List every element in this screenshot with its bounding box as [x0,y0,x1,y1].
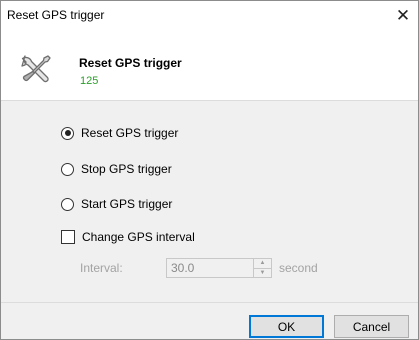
radio-label: Stop GPS trigger [81,162,172,176]
cancel-button[interactable]: Cancel [334,315,409,338]
radio-label: Start GPS trigger [81,197,173,211]
radio-label: Reset GPS trigger [81,126,179,140]
reset-gps-trigger-dialog: Reset GPS trigger ✕ Reset GPS trigger 12… [0,0,419,340]
radio-selected-icon[interactable] [61,126,74,140]
spinner-buttons: ▲ ▼ [253,259,271,277]
close-icon: ✕ [395,6,411,25]
radio-stop-gps-trigger[interactable]: Stop GPS trigger [61,161,172,177]
tools-icon [21,55,51,83]
interval-value[interactable]: 30.0 [167,261,194,275]
radio-unselected-icon[interactable] [61,197,74,211]
window-title: Reset GPS trigger [7,8,105,22]
checkbox-icon[interactable] [61,230,75,244]
change-gps-interval-checkbox[interactable]: Change GPS interval [61,229,195,245]
checkbox-label: Change GPS interval [82,230,195,244]
ok-button[interactable]: OK [249,315,324,338]
interval-unit: second [279,261,318,275]
radio-reset-gps-trigger[interactable]: Reset GPS trigger [61,125,178,141]
interval-row: Interval: 30.0 ▲ ▼ second [80,257,318,279]
interval-spinner[interactable]: 30.0 ▲ ▼ [166,258,272,278]
header-title: Reset GPS trigger [79,56,182,70]
header-subtitle: 125 [80,75,99,87]
footer-divider [1,302,418,303]
spin-down-button[interactable]: ▼ [254,269,271,278]
close-button[interactable]: ✕ [388,1,418,31]
title-bar: Reset GPS trigger ✕ [1,1,418,31]
spin-up-button[interactable]: ▲ [254,259,271,269]
radio-unselected-icon[interactable] [61,162,74,176]
radio-start-gps-trigger[interactable]: Start GPS trigger [61,196,172,212]
dialog-header: Reset GPS trigger 125 [1,31,418,101]
interval-label: Interval: [80,261,123,275]
